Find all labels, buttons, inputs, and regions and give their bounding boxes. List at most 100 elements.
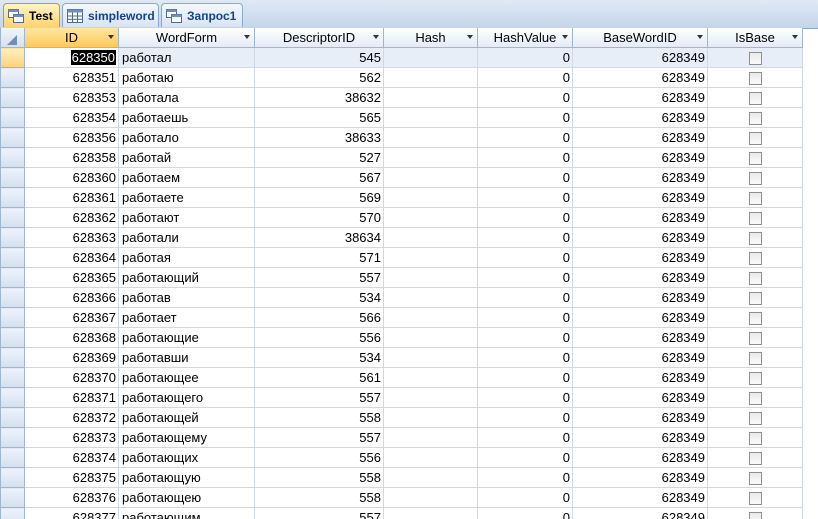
cell-wordform[interactable]: работающее <box>118 367 255 388</box>
cell-hash[interactable] <box>383 227 478 248</box>
cell-id[interactable]: 628377 <box>24 507 119 519</box>
cell-hashvalue[interactable]: 0 <box>477 267 573 288</box>
isbase-checkbox[interactable] <box>749 412 762 426</box>
table-row[interactable]: 628365 работающий 557 0 628349 <box>0 267 803 288</box>
cell-hashvalue[interactable]: 0 <box>477 127 573 148</box>
cell-hash[interactable] <box>383 387 478 408</box>
cell-basewordid[interactable]: 628349 <box>572 347 708 368</box>
cell-id[interactable]: 628353 <box>24 87 119 108</box>
cell-hashvalue[interactable]: 0 <box>477 367 573 388</box>
record-selector[interactable] <box>0 47 25 68</box>
cell-hash[interactable] <box>383 187 478 208</box>
cell-basewordid[interactable]: 628349 <box>572 87 708 108</box>
record-selector[interactable] <box>0 227 25 248</box>
cell-isbase[interactable] <box>707 67 803 88</box>
isbase-checkbox[interactable] <box>749 272 762 286</box>
cell-basewordid[interactable]: 628349 <box>572 147 708 168</box>
cell-basewordid[interactable]: 628349 <box>572 407 708 428</box>
cell-hash[interactable] <box>383 47 478 68</box>
cell-basewordid[interactable]: 628349 <box>572 507 708 519</box>
cell-hashvalue[interactable]: 0 <box>477 207 573 228</box>
isbase-checkbox[interactable] <box>749 52 762 66</box>
cell-hash[interactable] <box>383 507 478 519</box>
table-row[interactable]: 628372 работающей 558 0 628349 <box>0 407 803 428</box>
cell-wordform[interactable]: работавши <box>118 347 255 368</box>
cell-descriptorid[interactable]: 534 <box>254 347 384 368</box>
chevron-down-icon[interactable] <box>792 35 798 39</box>
cell-hashvalue[interactable]: 0 <box>477 427 573 448</box>
cell-wordform[interactable]: работающим <box>118 507 255 519</box>
table-row[interactable]: 628374 работающих 556 0 628349 <box>0 447 803 468</box>
select-all-corner[interactable] <box>0 28 25 48</box>
record-selector[interactable] <box>0 127 25 148</box>
cell-hashvalue[interactable]: 0 <box>477 167 573 188</box>
cell-descriptorid[interactable]: 570 <box>254 207 384 228</box>
cell-hashvalue[interactable]: 0 <box>477 187 573 208</box>
cell-basewordid[interactable]: 628349 <box>572 327 708 348</box>
tab-simpleword[interactable]: simpleword <box>62 3 159 27</box>
cell-hash[interactable] <box>383 407 478 428</box>
table-row[interactable]: 628376 работающею 558 0 628349 <box>0 487 803 508</box>
record-selector[interactable] <box>0 307 25 328</box>
cell-descriptorid[interactable]: 557 <box>254 267 384 288</box>
cell-id[interactable]: 628360 <box>24 167 119 188</box>
cell-wordform[interactable]: работают <box>118 207 255 228</box>
record-selector[interactable] <box>0 187 25 208</box>
cell-id[interactable]: 628351 <box>24 67 119 88</box>
cell-hashvalue[interactable]: 0 <box>477 347 573 368</box>
cell-wordform[interactable]: работаем <box>118 167 255 188</box>
table-row[interactable]: 628354 работаешь 565 0 628349 <box>0 107 803 128</box>
table-row[interactable]: 628350 работал 545 0 628349 <box>0 47 803 68</box>
cell-wordform[interactable]: работаете <box>118 187 255 208</box>
cell-id[interactable]: 628365 <box>24 267 119 288</box>
cell-basewordid[interactable]: 628349 <box>572 487 708 508</box>
cell-isbase[interactable] <box>707 47 803 68</box>
cell-hashvalue[interactable]: 0 <box>477 147 573 168</box>
column-header-basewordid[interactable]: BaseWordID <box>572 28 708 48</box>
record-selector[interactable] <box>0 267 25 288</box>
record-selector[interactable] <box>0 387 25 408</box>
cell-wordform[interactable]: работав <box>118 287 255 308</box>
cell-descriptorid[interactable]: 562 <box>254 67 384 88</box>
cell-isbase[interactable] <box>707 267 803 288</box>
cell-hash[interactable] <box>383 247 478 268</box>
cell-descriptorid[interactable]: 38634 <box>254 227 384 248</box>
table-row[interactable]: 628360 работаем 567 0 628349 <box>0 167 803 188</box>
cell-basewordid[interactable]: 628349 <box>572 447 708 468</box>
record-selector[interactable] <box>0 247 25 268</box>
cell-hashvalue[interactable]: 0 <box>477 107 573 128</box>
cell-wordform[interactable]: работал <box>118 47 255 68</box>
cell-isbase[interactable] <box>707 167 803 188</box>
table-row[interactable]: 628375 работающую 558 0 628349 <box>0 467 803 488</box>
table-row[interactable]: 628369 работавши 534 0 628349 <box>0 347 803 368</box>
cell-basewordid[interactable]: 628349 <box>572 207 708 228</box>
cell-hash[interactable] <box>383 267 478 288</box>
chevron-down-icon[interactable] <box>373 35 379 39</box>
cell-descriptorid[interactable]: 558 <box>254 407 384 428</box>
cell-id[interactable]: 628366 <box>24 287 119 308</box>
isbase-checkbox[interactable] <box>749 192 762 206</box>
cell-wordform[interactable]: работающий <box>118 267 255 288</box>
cell-basewordid[interactable]: 628349 <box>572 187 708 208</box>
cell-wordform[interactable]: работали <box>118 227 255 248</box>
record-selector[interactable] <box>0 87 25 108</box>
isbase-checkbox[interactable] <box>749 332 762 346</box>
record-selector[interactable] <box>0 147 25 168</box>
record-selector[interactable] <box>0 427 25 448</box>
cell-isbase[interactable] <box>707 147 803 168</box>
table-row[interactable]: 628356 работало 38633 0 628349 <box>0 127 803 148</box>
record-selector[interactable] <box>0 327 25 348</box>
cell-wordform[interactable]: работало <box>118 127 255 148</box>
cell-descriptorid[interactable]: 545 <box>254 47 384 68</box>
cell-descriptorid[interactable]: 38633 <box>254 127 384 148</box>
isbase-checkbox[interactable] <box>749 172 762 186</box>
cell-id[interactable]: 628373 <box>24 427 119 448</box>
cell-basewordid[interactable]: 628349 <box>572 107 708 128</box>
cell-hash[interactable] <box>383 147 478 168</box>
chevron-down-icon[interactable] <box>244 35 250 39</box>
cell-id[interactable]: 628356 <box>24 127 119 148</box>
cell-descriptorid[interactable]: 561 <box>254 367 384 388</box>
cell-wordform[interactable]: работая <box>118 247 255 268</box>
cell-isbase[interactable] <box>707 467 803 488</box>
table-row[interactable]: 628364 работая 571 0 628349 <box>0 247 803 268</box>
